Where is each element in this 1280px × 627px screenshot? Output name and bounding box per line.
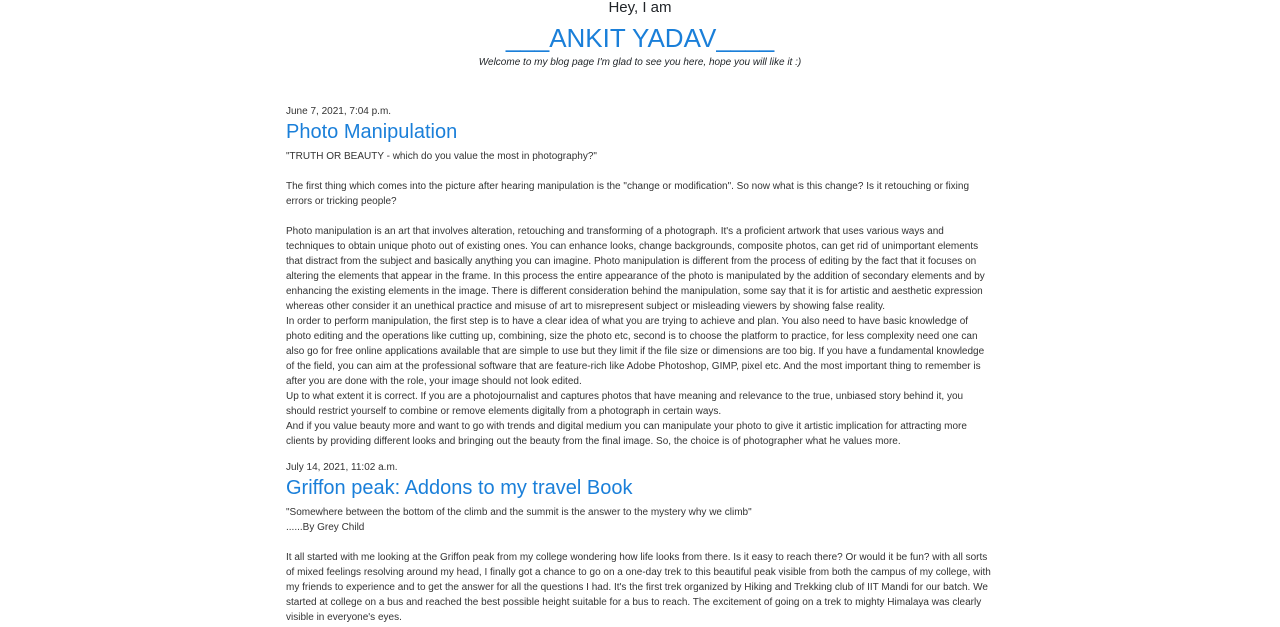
- post-date: July 14, 2021, 11:02 a.m.: [286, 462, 398, 473]
- post-quote: "Somewhere between the bottom of the cli…: [286, 507, 752, 518]
- blog-post: July 14, 2021, 11:02 a.m. Griffon peak: …: [286, 461, 992, 625]
- post-title-link[interactable]: Photo Manipulation: [286, 119, 992, 145]
- post-date: June 7, 2021, 7:04 p.m.: [286, 106, 392, 117]
- greeting-text: Hey, I am: [608, 0, 672, 16]
- post-paragraph: And if you value beauty more and want to…: [286, 421, 967, 447]
- blog-post: June 7, 2021, 7:04 p.m. Photo Manipulati…: [286, 105, 992, 449]
- post-paragraph: "TRUTH OR BEAUTY - which do you value th…: [286, 151, 597, 162]
- post-quote-author: ......By Grey Child: [286, 522, 365, 533]
- post-paragraph: Photo manipulation is an art that involv…: [286, 226, 985, 312]
- post-title-link[interactable]: Griffon peak: Addons to my travel Book: [286, 475, 992, 501]
- post-paragraph: It all started with me looking at the Gr…: [286, 552, 991, 623]
- post-paragraph: The first thing which comes into the pic…: [286, 181, 970, 207]
- tagline: Welcome to my blog page I'm glad to see …: [478, 57, 802, 68]
- post-paragraph: Up to what extent it is correct. If you …: [286, 391, 964, 417]
- post-list: June 7, 2021, 7:04 p.m. Photo Manipulati…: [286, 105, 992, 625]
- post-paragraph: In order to perform manipulation, the fi…: [286, 316, 985, 387]
- author-name: ___ANKIT YADAV____: [505, 23, 775, 53]
